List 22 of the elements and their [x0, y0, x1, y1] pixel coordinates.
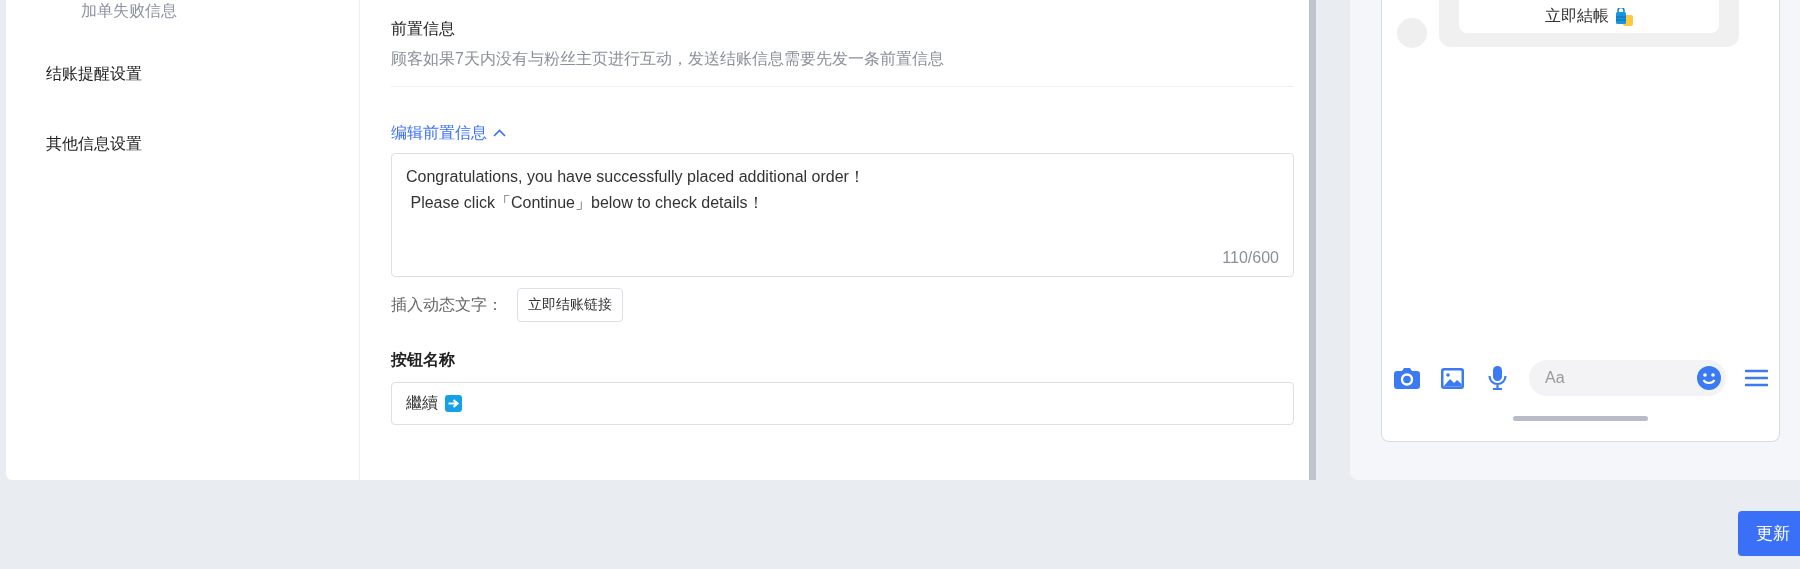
- microphone-icon[interactable]: [1488, 366, 1507, 390]
- shopping-bag-icon: [1615, 7, 1633, 26]
- section-description: 顾客如果7天内没有与粉丝主页进行互动，发送结账信息需要先发一条前置信息: [391, 49, 944, 69]
- image-icon[interactable]: [1441, 367, 1464, 389]
- camera-icon[interactable]: [1394, 367, 1420, 389]
- field-label: 按钮名称: [391, 350, 455, 370]
- scrollbar[interactable]: [1309, 0, 1316, 480]
- character-counter: 110/600: [1222, 248, 1279, 268]
- section-title: 前置信息: [391, 19, 455, 39]
- update-button[interactable]: 更新: [1738, 511, 1800, 556]
- insert-link-button[interactable]: 立即结账链接: [517, 288, 623, 322]
- menu-icon[interactable]: [1745, 369, 1768, 387]
- smiley-icon[interactable]: [1697, 366, 1721, 390]
- sidebar-item[interactable]: 结账提醒设置: [6, 63, 359, 85]
- chevron-up-icon: [493, 129, 506, 137]
- arrow-right-icon: [445, 395, 462, 412]
- checkout-button[interactable]: 立即結帳: [1459, 0, 1719, 33]
- sidebar-item[interactable]: 其他信息设置: [6, 133, 359, 155]
- message-textarea[interactable]: Congratulations, you have successfully placed additional order！ Please click「Continue」below to check details！ 110/600: [391, 153, 1294, 277]
- button-name-field[interactable]: 繼續: [391, 382, 1294, 425]
- edit-toggle-link[interactable]: 编辑前置信息: [391, 122, 506, 144]
- insert-label: 插入动态文字：: [391, 294, 503, 315]
